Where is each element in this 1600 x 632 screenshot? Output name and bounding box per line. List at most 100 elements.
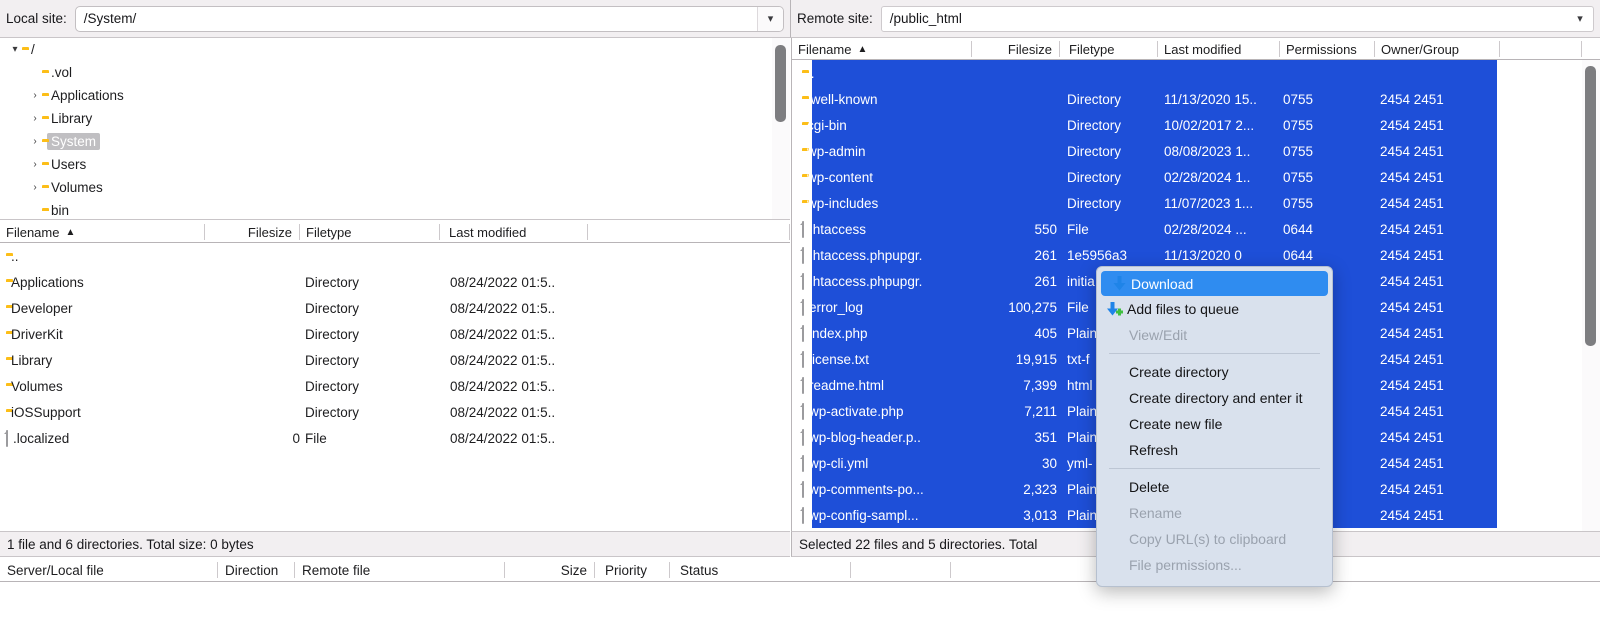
column-header-filetype[interactable]: Filetype	[300, 221, 440, 243]
column-divider[interactable]	[594, 562, 595, 578]
chevron-down-icon[interactable]: ▾	[1567, 7, 1593, 31]
queue-column-header-server-local-file[interactable]: Server/Local file	[0, 558, 218, 582]
tree-item-library[interactable]: › Library	[0, 107, 790, 130]
filename-text: Volumes	[11, 378, 63, 394]
tree-item-applications[interactable]: › Applications	[0, 84, 790, 107]
cell-permissions: 0644	[1283, 247, 1314, 263]
menu-item-label: Create directory and enter it	[1129, 390, 1303, 406]
column-divider	[1581, 41, 1582, 57]
chevron-down-icon[interactable]: ▾	[757, 6, 783, 31]
filename-text: wp-admin	[807, 143, 866, 159]
table-row[interactable]: .well-known Directory 11/13/2020 15.. 0755 2…	[792, 86, 1600, 112]
menu-item-create-directory-and-enter-it[interactable]: Create directory and enter it	[1097, 385, 1332, 411]
local-file-list[interactable]: Filename ▲ Filesize Filetype Last modified .…	[0, 221, 790, 531]
remote-file-context-menu[interactable]: Download Add files to queue View/Edit Creat…	[1096, 266, 1333, 587]
tree-item-volumes[interactable]: › Volumes	[0, 176, 790, 199]
tree-item-vol[interactable]: .vol	[0, 61, 790, 84]
filename-text: wp-config-sampl...	[809, 507, 919, 523]
transfer-queue-panel[interactable]: Server/Local file Direction Remote file Siz…	[0, 558, 1600, 632]
queue-column-label: Server/Local file	[7, 562, 104, 578]
column-header-last-modified[interactable]: Last modified	[1158, 38, 1280, 60]
cell-permissions: 0755	[1283, 117, 1314, 133]
column-divider[interactable]	[1059, 41, 1060, 57]
chevron-down-icon[interactable]: ▾	[8, 44, 22, 55]
table-row[interactable]: .localized 0 File 08/24/2022 01:5..	[0, 425, 790, 451]
menu-item-refresh[interactable]: Refresh	[1097, 437, 1332, 463]
column-divider[interactable]	[439, 224, 440, 240]
remote-site-bar: Remote site: /public_html ▾	[790, 0, 1600, 38]
menu-item-create-new-file[interactable]: Create new file	[1097, 411, 1332, 437]
column-divider	[789, 224, 790, 240]
filename-text: .localized	[13, 430, 70, 446]
tree-item-bin[interactable]: bin	[0, 199, 790, 219]
filename-text: .well-known	[807, 91, 878, 107]
table-row[interactable]: iOSSupport Directory 08/24/2022 01:5..	[0, 399, 790, 425]
cell-owner-group: 2454 2451	[1380, 325, 1444, 341]
remote-list-column-headers[interactable]: Filename ▲ Filesize Filetype Last modified Pe…	[792, 38, 1600, 60]
chevron-right-icon[interactable]: ›	[28, 90, 42, 101]
queue-column-header-priority[interactable]: Priority	[598, 558, 670, 582]
cell-filesize: 3,013	[1023, 507, 1057, 523]
table-row[interactable]: wp-includes Directory 11/07/2023 1... 0755 2…	[792, 190, 1600, 216]
column-header-owner-group[interactable]: Owner/Group	[1375, 38, 1500, 60]
cell-permissions: 0755	[1283, 143, 1314, 159]
table-row[interactable]: wp-content Directory 02/28/2024 1.. 0755 245…	[792, 164, 1600, 190]
tree-item-system[interactable]: › System	[0, 130, 790, 153]
column-header-filesize[interactable]: Filesize	[972, 38, 1060, 60]
queue-column-header-direction[interactable]: Direction	[218, 558, 295, 582]
queue-column-header-status[interactable]: Status	[673, 558, 851, 582]
filename-text: .htaccess.phpupgr.	[809, 273, 923, 289]
column-header-label: Owner/Group	[1381, 41, 1460, 57]
column-divider[interactable]	[669, 562, 670, 578]
cell-filename: index.php	[802, 320, 1002, 346]
remote-list-scrollbar-thumb[interactable]	[1585, 66, 1596, 346]
queue-column-header-size[interactable]: Size	[505, 558, 595, 582]
queue-column-headers[interactable]: Server/Local file Direction Remote file Siz…	[0, 558, 1600, 582]
chevron-right-icon[interactable]: ›	[28, 182, 42, 193]
table-row[interactable]: .htaccess.phpupgr. 261 1e5956a3 11/13/2020 …	[792, 242, 1600, 268]
table-row[interactable]: Applications Directory 08/24/2022 01:5..	[0, 269, 790, 295]
cell-permissions	[1283, 60, 1363, 86]
local-list-column-headers[interactable]: Filename ▲ Filesize Filetype Last modified	[0, 221, 790, 243]
table-row[interactable]: ..	[792, 60, 1600, 86]
menu-item-download[interactable]: Download	[1101, 271, 1328, 296]
table-row[interactable]: ..	[0, 243, 790, 269]
queue-column-label: Status	[680, 562, 719, 578]
menu-item-delete[interactable]: Delete	[1097, 474, 1332, 500]
menu-item-create-directory[interactable]: Create directory	[1097, 359, 1332, 385]
chevron-right-icon[interactable]: ›	[28, 159, 42, 170]
local-status-text: 1 file and 6 directories. Total size: 0 …	[7, 536, 254, 552]
local-site-path-combobox[interactable]: /System/ ▾	[74, 5, 784, 32]
column-header-filename[interactable]: Filename ▲	[792, 38, 972, 60]
column-header-filesize[interactable]: Filesize	[205, 221, 300, 243]
tree-item-users[interactable]: › Users	[0, 153, 790, 176]
table-row[interactable]: wp-admin Directory 08/08/2023 1.. 0755 2454 …	[792, 138, 1600, 164]
local-directory-tree[interactable]: ▾ / .vol › Applications › Library › System › Users…	[0, 38, 790, 220]
column-header-last-modified[interactable]: Last modified	[443, 221, 588, 243]
menu-item-view-edit: View/Edit	[1097, 322, 1332, 348]
menu-item-add-files-to-queue[interactable]: Add files to queue	[1097, 296, 1332, 322]
cell-filename: readme.html	[802, 372, 1002, 398]
column-header-label: Permissions	[1286, 41, 1357, 57]
column-header-filetype[interactable]: Filetype	[1063, 38, 1158, 60]
column-header-filename[interactable]: Filename ▲	[0, 221, 205, 243]
queue-column-label: Direction	[225, 562, 279, 578]
queue-column-header-remote-file[interactable]: Remote file	[295, 558, 505, 582]
table-row[interactable]: Developer Directory 08/24/2022 01:5..	[0, 295, 790, 321]
remote-site-path-combobox[interactable]: /public_html ▾	[880, 5, 1594, 32]
cell-filename: wp-cli.yml	[802, 450, 1002, 476]
table-row[interactable]: Volumes Directory 08/24/2022 01:5..	[0, 373, 790, 399]
table-row[interactable]: cgi-bin Directory 10/02/2017 2... 0755 2454 …	[792, 112, 1600, 138]
table-row[interactable]: DriverKit Directory 08/24/2022 01:5..	[0, 321, 790, 347]
chevron-right-icon[interactable]: ›	[28, 113, 42, 124]
tree-item-[interactable]: ▾ /	[0, 38, 790, 61]
table-row[interactable]: .htaccess 550 File 02/28/2024 ... 0644 2454 2…	[792, 216, 1600, 242]
local-tree-scrollbar-thumb[interactable]	[775, 45, 786, 122]
column-header-permissions[interactable]: Permissions	[1280, 38, 1375, 60]
table-row[interactable]: Library Directory 08/24/2022 01:5..	[0, 347, 790, 373]
cell-owner-group: 2454 2451	[1380, 273, 1444, 289]
tree-item-label: Users	[51, 157, 87, 172]
cell-filename: DriverKit	[6, 321, 236, 347]
cell-filetype: Directory	[1067, 195, 1122, 211]
chevron-right-icon[interactable]: ›	[28, 136, 42, 147]
